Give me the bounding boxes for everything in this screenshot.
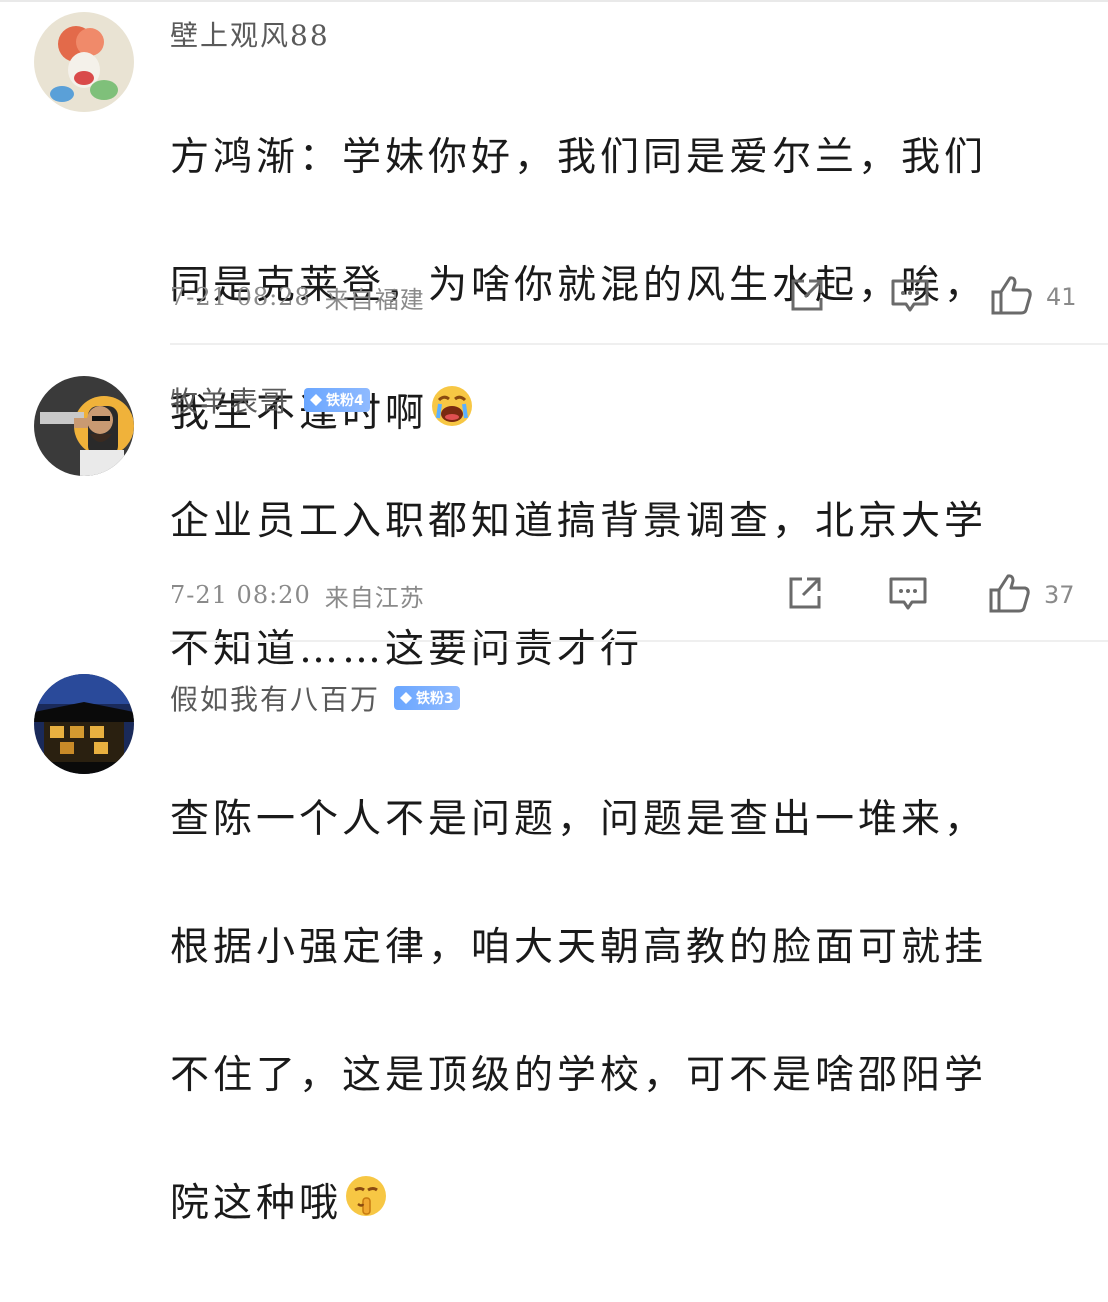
comment-divider: [170, 343, 1108, 345]
comment-time: 7-21 08:28: [170, 283, 311, 311]
diamond-icon: [400, 692, 413, 704]
comment-icon: [890, 278, 930, 318]
comment-line: 不知道……这要问责才行: [170, 627, 644, 672]
avatar[interactable]: [34, 12, 134, 112]
username-text: 假如我有八百万: [170, 683, 381, 716]
comment-content: 查陈一个人不是问题，问题是查出一堆来， 根据小强定律，咱大天朝高教的脸面可就挂 …: [170, 724, 1060, 1302]
share-icon: [786, 574, 824, 616]
username-text: 牧羊表哥: [170, 385, 291, 418]
reply-button[interactable]: [890, 278, 930, 318]
share-icon: [788, 276, 826, 318]
comment-line: 不住了，这是顶级的学校，可不是啥邵阳学: [170, 1053, 988, 1098]
like-count: 41: [1046, 283, 1077, 311]
shushing-face-emoji: [344, 1174, 388, 1238]
fan-badge: 铁粉3: [394, 686, 460, 710]
avatar[interactable]: [34, 376, 134, 476]
fan-badge-text: 铁粉4: [326, 393, 364, 409]
comment-meta: 7-21 08:28 来自福建: [170, 280, 425, 314]
username-text: 壁上观风88: [170, 19, 330, 52]
comment-line: 方鸿渐：学妹你好，我们同是爱尔兰，我们: [170, 135, 988, 180]
comment-divider: [170, 640, 1108, 642]
comment-location: 来自江苏: [324, 583, 425, 612]
like-button[interactable]: 41: [990, 274, 1077, 320]
comment-line: 根据小强定律，咱大天朝高教的脸面可就挂: [170, 925, 988, 970]
like-count: 37: [1044, 581, 1075, 609]
comment-line: 院这种哦: [170, 1172, 1060, 1238]
username[interactable]: 牧羊表哥 铁粉4: [170, 380, 370, 420]
comment-time: 7-21 08:20: [170, 581, 311, 609]
top-divider: [0, 0, 1108, 2]
comment-meta: 7-21 08:20 来自江苏: [170, 578, 425, 612]
thumbs-up-icon: [990, 274, 1034, 320]
share-button[interactable]: [786, 574, 824, 616]
comment-line: 查陈一个人不是问题，问题是查出一堆来，: [170, 797, 988, 842]
comment-location: 来自福建: [324, 285, 425, 314]
avatar[interactable]: [34, 674, 134, 774]
fan-badge-text: 铁粉3: [416, 691, 454, 707]
reply-button[interactable]: [888, 576, 928, 616]
fan-badge: 铁粉4: [304, 388, 370, 412]
share-button[interactable]: [788, 276, 826, 318]
like-button[interactable]: 37: [988, 572, 1075, 618]
comment-icon: [888, 576, 928, 616]
thumbs-up-icon: [988, 572, 1032, 618]
diamond-icon: [310, 394, 323, 406]
comment-line: 企业员工入职都知道搞背景调查，北京大学: [170, 499, 988, 544]
username[interactable]: 假如我有八百万 铁粉3: [170, 678, 460, 718]
username[interactable]: 壁上观风88: [170, 14, 330, 54]
